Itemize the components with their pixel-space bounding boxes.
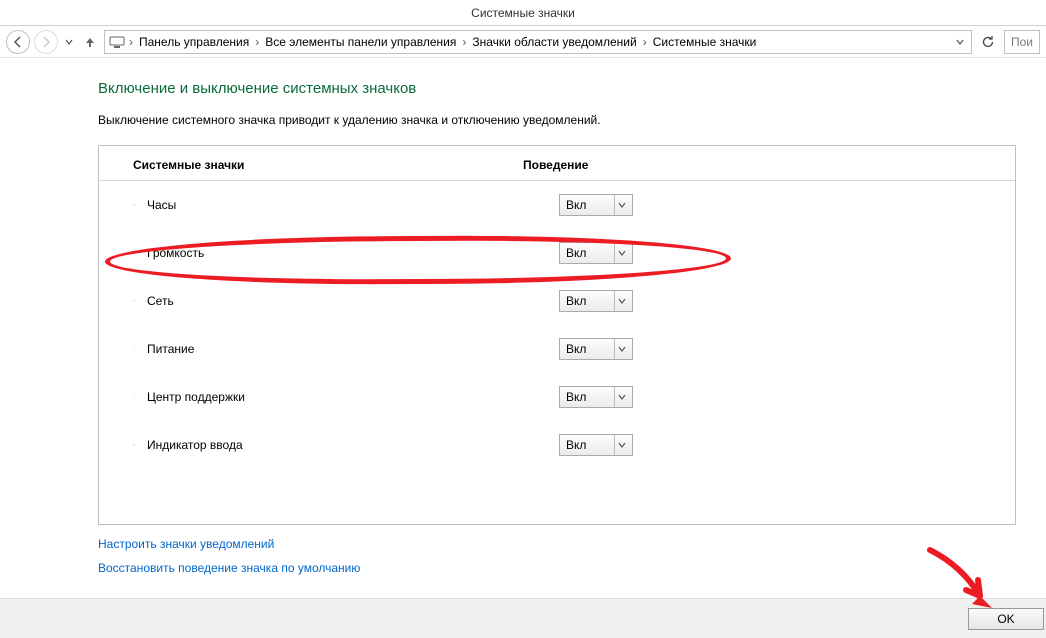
- search-input[interactable]: Пои: [1004, 30, 1040, 54]
- bottom-bar: OK: [0, 598, 1046, 638]
- row-label: Громкость: [135, 246, 559, 260]
- breadcrumb-item[interactable]: Значки области уведомлений: [470, 35, 638, 49]
- clock-icon: [99, 196, 135, 214]
- row-label: Часы: [135, 198, 559, 212]
- recent-locations-dropdown[interactable]: [62, 35, 76, 49]
- power-icon: [99, 340, 135, 358]
- row-label: Индикатор ввода: [135, 438, 559, 452]
- select-value: Вкл: [566, 342, 586, 356]
- table-row: Индикатор ввода Вкл: [99, 421, 1015, 469]
- table-row: Часы Вкл: [99, 181, 1015, 229]
- volume-icon: [99, 244, 135, 262]
- navigation-toolbar: › Панель управления› Все элементы панели…: [0, 26, 1046, 58]
- chevron-right-icon[interactable]: ›: [127, 35, 135, 49]
- window-title: Системные значки: [0, 0, 1046, 26]
- chevron-down-icon: [614, 195, 628, 215]
- behavior-select[interactable]: Вкл: [559, 194, 633, 216]
- column-header-behavior: Поведение: [523, 158, 588, 172]
- select-value: Вкл: [566, 390, 586, 404]
- address-dropdown[interactable]: [953, 35, 967, 49]
- back-button[interactable]: [6, 30, 30, 54]
- chevron-down-icon: [614, 387, 628, 407]
- select-value: Вкл: [566, 438, 586, 452]
- search-placeholder: Пои: [1011, 35, 1033, 49]
- chevron-right-icon[interactable]: ›: [460, 35, 468, 49]
- breadcrumb-item[interactable]: Системные значки: [651, 35, 759, 49]
- row-label: Сеть: [135, 294, 559, 308]
- chevron-down-icon: [614, 291, 628, 311]
- select-value: Вкл: [566, 198, 586, 212]
- behavior-select[interactable]: Вкл: [559, 386, 633, 408]
- up-button[interactable]: [80, 32, 100, 52]
- network-icon: [99, 292, 135, 310]
- computer-icon: [109, 34, 125, 50]
- chevron-down-icon: [614, 435, 628, 455]
- chevron-right-icon[interactable]: ›: [641, 35, 649, 49]
- breadcrumb-item[interactable]: Все элементы панели управления: [263, 35, 458, 49]
- row-label: Центр поддержки: [135, 390, 559, 404]
- behavior-select[interactable]: Вкл: [559, 290, 633, 312]
- configure-icons-link[interactable]: Настроить значки уведомлений: [98, 537, 1046, 551]
- system-icons-panel: Системные значки Поведение ЧасыВклГромко…: [98, 145, 1016, 525]
- chevron-right-icon[interactable]: ›: [253, 35, 261, 49]
- restore-defaults-link[interactable]: Восстановить поведение значка по умолчан…: [98, 561, 1046, 575]
- forward-button[interactable]: [34, 30, 58, 54]
- chevron-down-icon: [614, 243, 628, 263]
- page-title: Включение и выключение системных значков: [98, 80, 1046, 97]
- table-row: Сеть Вкл: [99, 277, 1015, 325]
- table-row: Громкость Вкл: [99, 229, 1015, 277]
- behavior-select[interactable]: Вкл: [559, 434, 633, 456]
- page-subtitle: Выключение системного значка приводит к …: [98, 113, 1046, 127]
- flag-icon: [99, 388, 135, 406]
- chevron-down-icon: [614, 339, 628, 359]
- row-label: Питание: [135, 342, 559, 356]
- column-header-name: Системные значки: [99, 158, 523, 172]
- refresh-button[interactable]: [976, 30, 1000, 54]
- select-value: Вкл: [566, 294, 586, 308]
- address-bar[interactable]: › Панель управления› Все элементы панели…: [104, 30, 972, 54]
- breadcrumb-item[interactable]: Панель управления: [137, 35, 251, 49]
- table-row: Питание Вкл: [99, 325, 1015, 373]
- behavior-select[interactable]: Вкл: [559, 338, 633, 360]
- select-value: Вкл: [566, 246, 586, 260]
- behavior-select[interactable]: Вкл: [559, 242, 633, 264]
- ok-button[interactable]: OK: [968, 608, 1044, 630]
- table-row: Центр поддержки Вкл: [99, 373, 1015, 421]
- keyboard-icon: [99, 436, 135, 454]
